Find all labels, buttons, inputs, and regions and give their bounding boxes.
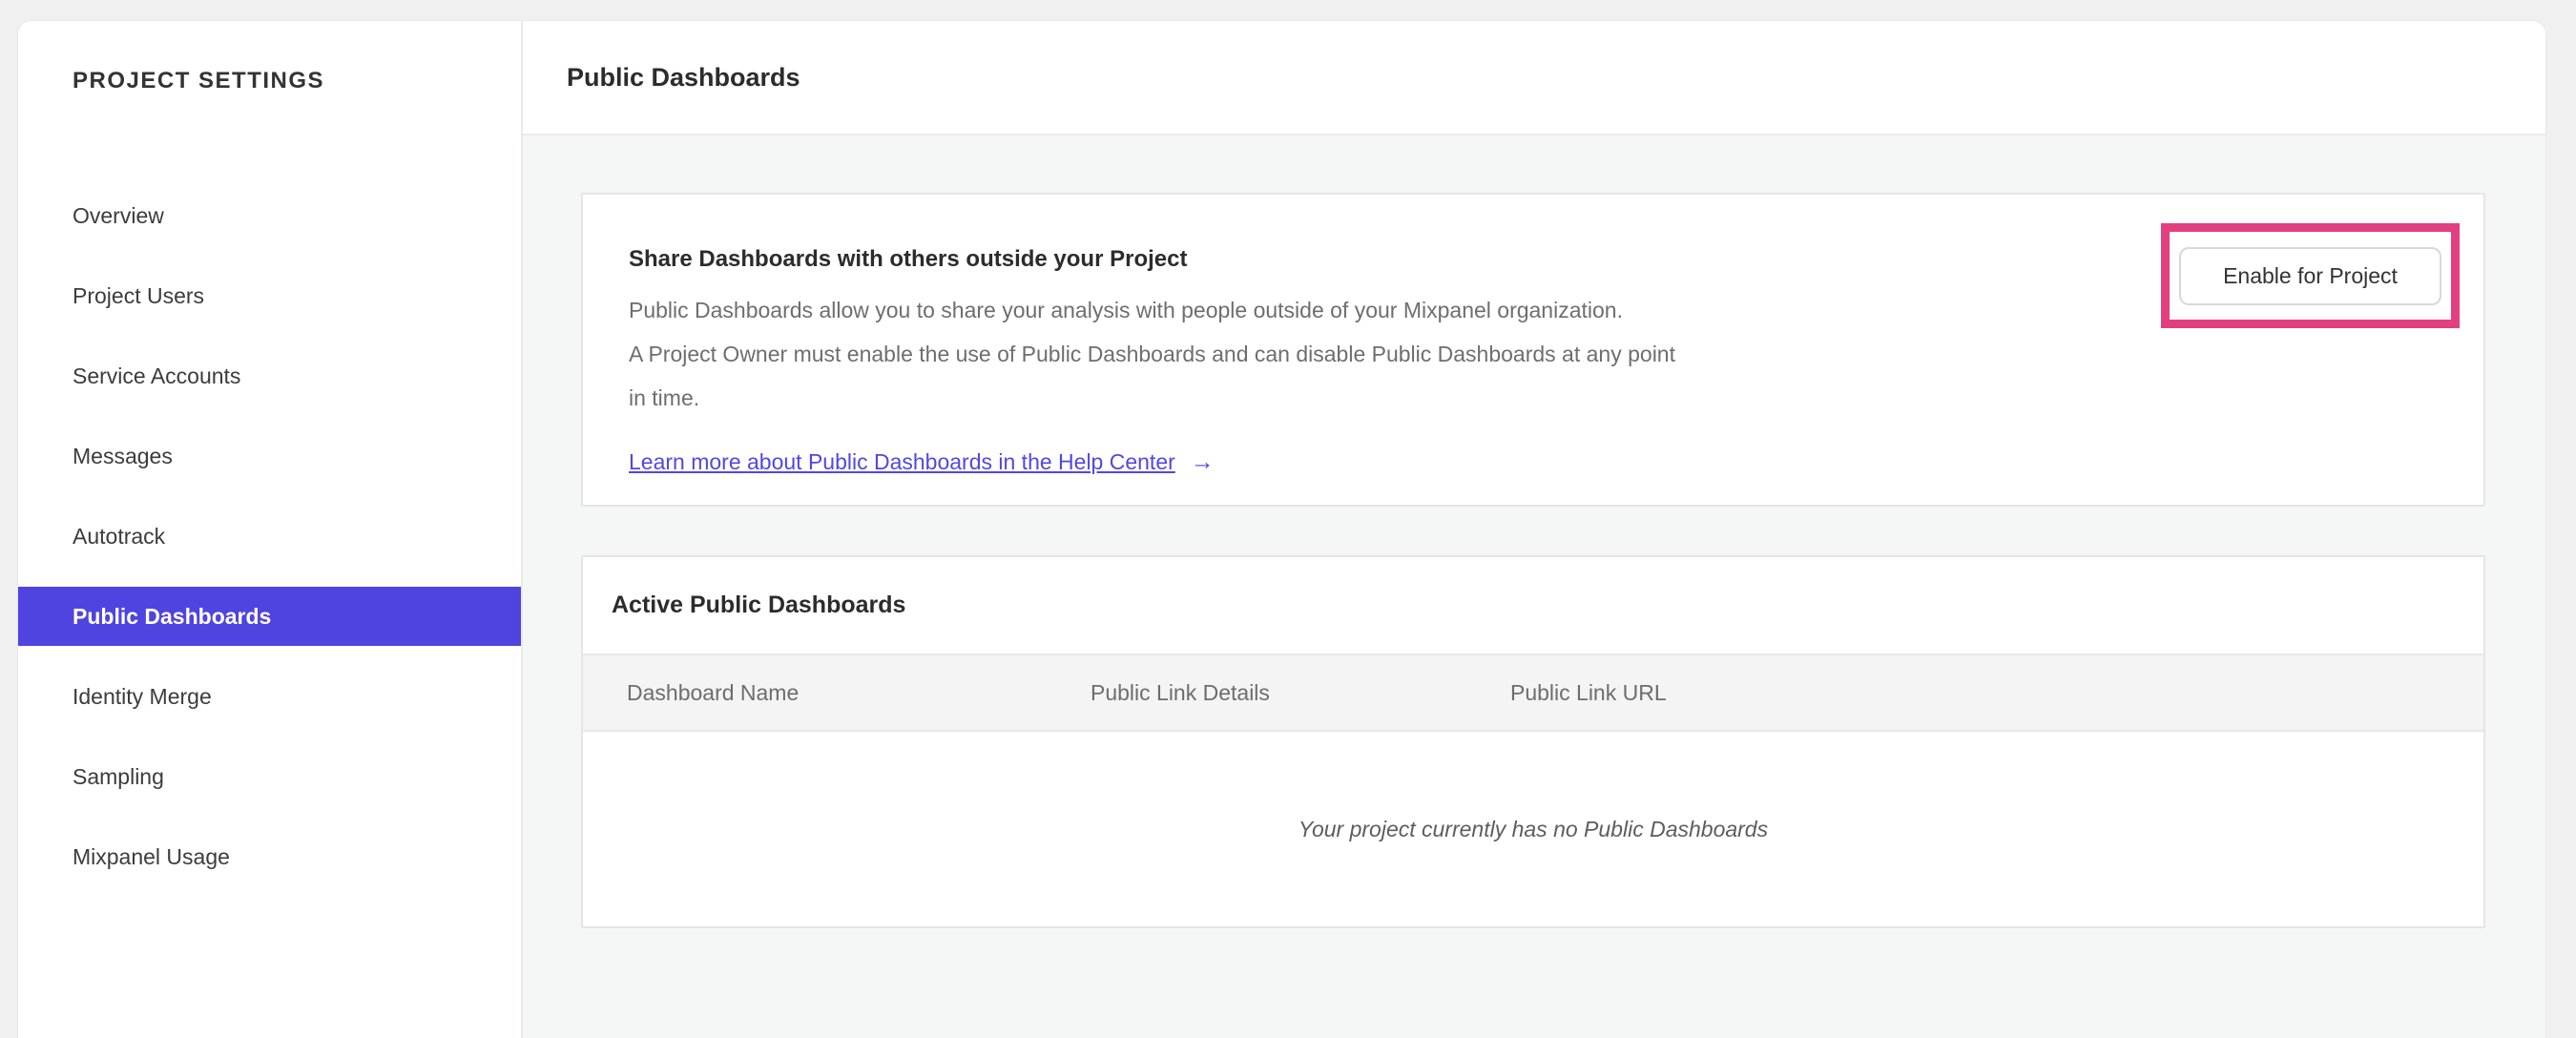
sidebar-item-overview[interactable]: Overview [18, 186, 521, 245]
sidebar-item-sampling[interactable]: Sampling [18, 747, 521, 806]
arrow-right-icon: → [1190, 448, 1215, 475]
sidebar-item-project-users[interactable]: Project Users [18, 266, 521, 325]
help-center-link-row: Learn more about Public Dashboards in th… [629, 448, 2483, 476]
sidebar-item-autotrack[interactable]: Autotrack [18, 507, 521, 566]
active-dashboards-card: Active Public Dashboards Dashboard Name P… [581, 555, 2485, 928]
sidebar-item-mixpanel-usage[interactable]: Mixpanel Usage [18, 827, 521, 886]
settings-panel: PROJECT SETTINGS Overview Project Users Se… [18, 21, 2545, 1038]
sidebar-item-identity-merge[interactable]: Identity Merge [18, 667, 521, 726]
sidebar-nav: Overview Project Users Service Accounts Mes… [18, 186, 521, 886]
sidebar-item-public-dashboards[interactable]: Public Dashboards [18, 587, 521, 646]
help-center-link[interactable]: Learn more about Public Dashboards in th… [629, 449, 1175, 475]
column-header-dashboard-name: Dashboard Name [627, 679, 800, 705]
page-header: Public Dashboards [523, 21, 2545, 135]
share-card-description-line: in time. [629, 385, 700, 410]
column-header-public-link-url: Public Link URL [1510, 679, 1667, 705]
active-card-title-row: Active Public Dashboards [583, 557, 2483, 654]
empty-state-message: Your project currently has no Public Das… [1298, 816, 1769, 841]
column-header-public-link-details: Public Link Details [1091, 679, 1270, 705]
page-title: Public Dashboards [567, 62, 800, 92]
active-card-title: Active Public Dashboards [612, 592, 906, 618]
sidebar-item-service-accounts[interactable]: Service Accounts [18, 346, 521, 405]
share-card-description-line: A Project Owner must enable the use of P… [629, 342, 1675, 366]
share-dashboards-card: Share Dashboards with others outside you… [581, 193, 2485, 507]
sidebar-title: PROJECT SETTINGS [73, 68, 325, 93]
sidebar-item-messages[interactable]: Messages [18, 426, 521, 486]
annotation-highlight: Enable for Project [2161, 223, 2460, 328]
main-area: Public Dashboards Share Dashboards with … [523, 21, 2545, 1038]
project-settings-sidebar: PROJECT SETTINGS Overview Project Users Se… [18, 21, 523, 1038]
enable-for-project-button[interactable]: Enable for Project [2179, 246, 2441, 305]
dashboards-table-header: Dashboard Name Public Link Details Public … [583, 654, 2483, 732]
content-area: Share Dashboards with others outside you… [523, 135, 2545, 928]
